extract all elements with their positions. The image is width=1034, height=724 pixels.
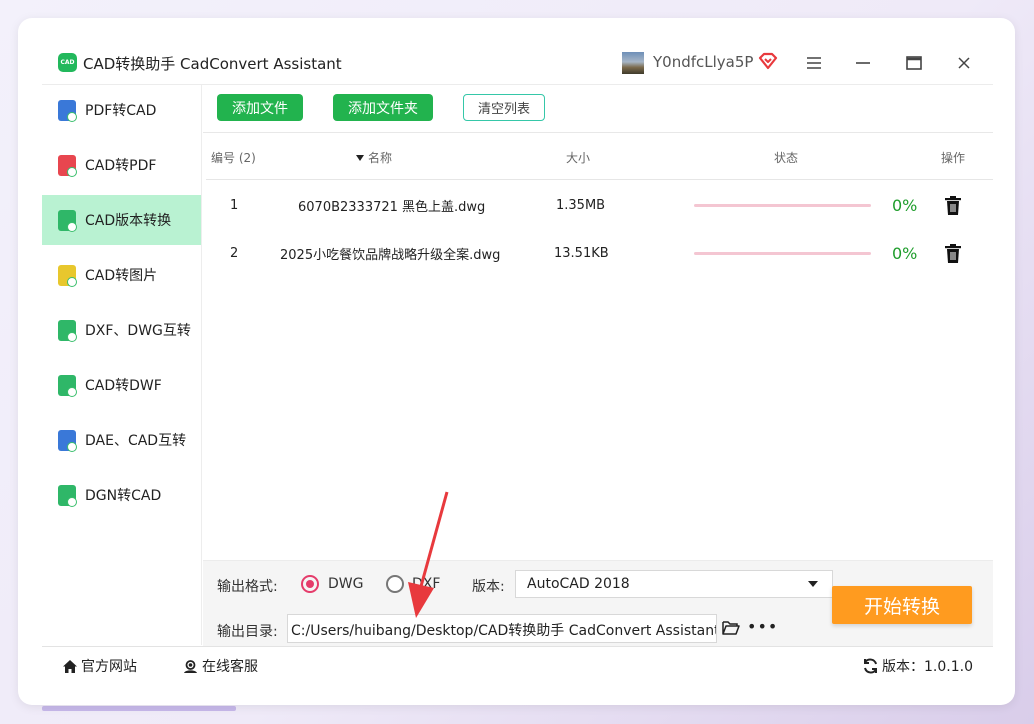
sidebar-item-cad-version[interactable]: CAD版本转换 (42, 195, 201, 245)
version-select-value: AutoCAD 2018 (527, 576, 630, 592)
sidebar-item-label: CAD转DWF (85, 378, 162, 394)
dae-cad-icon (58, 429, 77, 452)
clear-list-button[interactable]: 清空列表 (463, 94, 545, 121)
website-link[interactable]: 官方网站 (62, 656, 137, 676)
row-file-name: 6070B2333721 黑色上盖.dwg (298, 199, 486, 215)
website-label: 官方网站 (81, 659, 137, 675)
user-avatar[interactable] (622, 52, 644, 74)
refresh-icon (864, 658, 877, 674)
start-convert-button[interactable]: 开始转换 (832, 586, 972, 624)
username[interactable]: Y0ndfcLlya5P (653, 53, 753, 71)
pdf-to-cad-icon (58, 99, 77, 122)
toolbar-divider (203, 132, 993, 133)
output-format-label: 输出格式: (217, 579, 278, 595)
app-window: CAD CAD转换助手 CadConvert Assistant Y0ndfcL… (42, 40, 993, 683)
table-row[interactable]: 1 6070B2333721 黑色上盖.dwg 1.35MB 0% (203, 182, 993, 228)
sidebar-item-dgn-to-cad[interactable]: DGN转CAD (42, 470, 201, 520)
row-progress-bar (694, 252, 871, 255)
app-title: CAD转换助手 CadConvert Assistant (83, 55, 342, 73)
row-index: 1 (230, 197, 239, 213)
app-logo-icon: CAD (58, 53, 77, 72)
close-icon[interactable] (953, 52, 975, 74)
table-header-divider (206, 179, 993, 180)
sidebar-item-cad-to-dwf[interactable]: CAD转DWF (42, 360, 201, 410)
sidebar-item-cad-to-pdf[interactable]: CAD转PDF (42, 140, 201, 190)
dxf-dwg-icon (58, 319, 77, 342)
row-progress-bar (694, 204, 871, 207)
sort-desc-icon (356, 155, 364, 161)
version-select[interactable]: AutoCAD 2018 (515, 570, 833, 598)
output-dir-label: 输出目录: (217, 624, 278, 640)
version-info: 版本：1.0.1.0 (862, 656, 973, 676)
column-header-index[interactable]: 编号 (2) (211, 149, 256, 166)
format-dwg-radio[interactable] (301, 575, 319, 593)
dgn-to-cad-icon (58, 484, 77, 507)
sidebar-item-label: DAE、CAD互转 (85, 433, 187, 449)
sidebar-item-label: CAD版本转换 (85, 213, 172, 229)
output-dir-input[interactable]: C:/Users/huibang/Desktop/CAD转换助手 CadConv… (287, 614, 717, 643)
annotation-arrow-icon (408, 491, 449, 618)
sidebar-item-label: DXF、DWG互转 (85, 323, 191, 339)
sidebar: PDF转CAD CAD转PDF CAD版本转换 CAD转图片 DXF、DWG互转… (42, 85, 202, 645)
row-progress-percent: 0% (892, 195, 918, 215)
row-progress-percent: 0% (892, 243, 918, 263)
more-icon[interactable]: ••• (747, 617, 778, 636)
cad-to-pdf-icon (58, 154, 77, 177)
format-dwg-label[interactable]: DWG (328, 576, 363, 592)
version-text: 版本：1.0.1.0 (882, 659, 973, 675)
headset-icon (184, 659, 197, 673)
column-header-name-label: 名称 (368, 151, 393, 165)
delete-icon[interactable] (944, 244, 962, 264)
support-label: 在线客服 (202, 659, 258, 675)
row-file-name: 2025小吃餐饮品牌战略升级全案.dwg (280, 247, 501, 263)
column-header-name[interactable]: 名称 (356, 149, 392, 166)
sidebar-item-label: DGN转CAD (85, 488, 162, 504)
add-folder-button[interactable]: 添加文件夹 (333, 94, 433, 121)
sidebar-item-label: CAD转图片 (85, 268, 158, 284)
cad-version-icon (58, 209, 77, 232)
footer: 官方网站 在线客服 版本：1.0.1.0 (42, 646, 993, 684)
cad-to-image-icon (58, 264, 77, 287)
home-icon (63, 659, 77, 673)
cad-to-dwf-icon (58, 374, 77, 397)
column-header-status[interactable]: 状态 (774, 149, 798, 166)
sidebar-item-dae-cad[interactable]: DAE、CAD互转 (42, 415, 201, 465)
menu-icon[interactable] (803, 52, 825, 74)
chevron-down-icon (808, 581, 818, 587)
minimize-icon[interactable] (852, 52, 874, 74)
vip-diamond-icon[interactable] (758, 51, 778, 71)
maximize-icon[interactable] (903, 52, 925, 74)
delete-icon[interactable] (944, 196, 962, 216)
title-bar: CAD CAD转换助手 CadConvert Assistant Y0ndfcL… (42, 40, 993, 85)
support-link[interactable]: 在线客服 (182, 656, 258, 676)
column-header-action: 操作 (941, 151, 966, 165)
column-header-size[interactable]: 大小 (566, 149, 590, 166)
row-index: 2 (230, 245, 239, 261)
version-label: 版本: (472, 579, 505, 595)
background-decoration (42, 706, 236, 711)
sidebar-item-label: PDF转CAD (85, 103, 157, 119)
sidebar-item-dxf-dwg[interactable]: DXF、DWG互转 (42, 305, 201, 355)
sidebar-item-cad-to-image[interactable]: CAD转图片 (42, 250, 201, 300)
folder-open-icon[interactable] (722, 620, 740, 635)
sidebar-item-label: CAD转PDF (85, 158, 157, 174)
add-file-button[interactable]: 添加文件 (217, 94, 303, 121)
row-file-size: 13.51KB (554, 245, 609, 261)
row-file-size: 1.35MB (556, 197, 606, 213)
table-row[interactable]: 2 2025小吃餐饮品牌战略升级全案.dwg 13.51KB 0% (203, 230, 993, 276)
sidebar-item-pdf-to-cad[interactable]: PDF转CAD (42, 85, 201, 135)
